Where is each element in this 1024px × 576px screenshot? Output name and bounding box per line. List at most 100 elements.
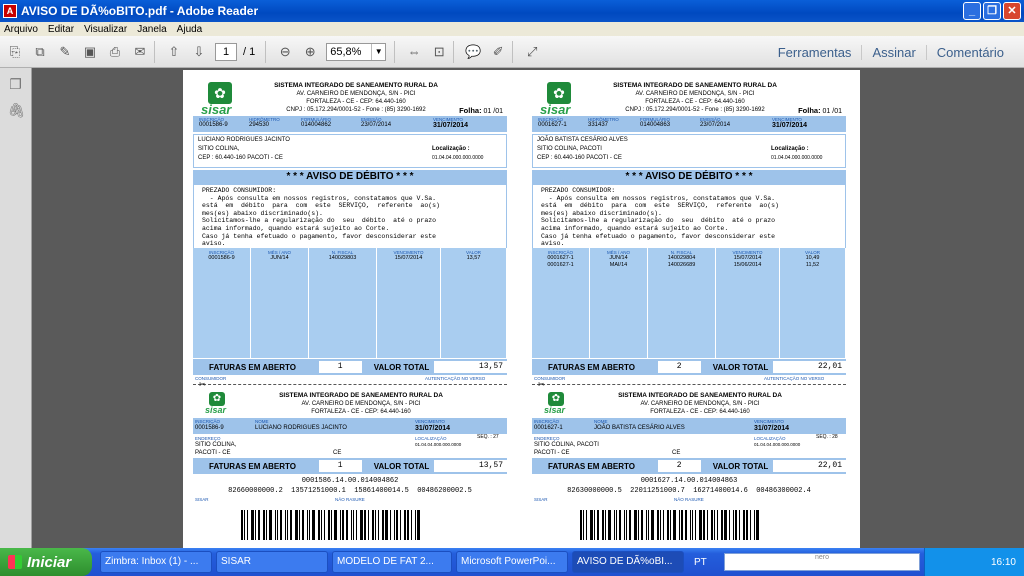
totals-row: FATURAS EM ABERTO 1 VALOR TOTAL 13,57: [193, 359, 507, 375]
stub-valor-total-label: VALOR TOTAL: [373, 461, 430, 471]
customer-address: SITIO COLINA, PACOTI: [537, 146, 602, 152]
stub-band: INSCRIÇÃO 0001627-1 NOME JOÃO BATISTA CE…: [532, 418, 846, 434]
org-street-stub: AV. CARNEIRO DE MENDONÇA, S/N - PICI: [640, 401, 760, 407]
next-page-icon[interactable]: ⇩: [189, 42, 209, 62]
customer-cep: CEP : 60.440-160 PACOTI - CE: [198, 155, 283, 161]
zoom-out-icon[interactable]: ⊖: [275, 42, 295, 62]
message-box: PREZADO CONSUMIDOR: - Após consulta em n…: [193, 184, 507, 254]
save-icon[interactable]: ▣: [80, 42, 100, 62]
navigation-panel: ❐ 🖇: [0, 68, 32, 548]
seq: SEQ. : 27: [477, 434, 499, 440]
close-button[interactable]: ✕: [1003, 2, 1021, 20]
menu-editar[interactable]: Editar: [48, 24, 74, 35]
nero-search-box[interactable]: nero: [724, 553, 920, 571]
start-button[interactable]: Iniciar: [0, 548, 92, 576]
location-value: 01.04.04.000.000.0000: [432, 155, 484, 161]
org-cnpj: CNPJ : 05.172.294/0001-52 - Fone : (85) …: [286, 107, 426, 113]
org-name: SISTEMA INTEGRADO DE SANEAMENTO RURAL DA: [274, 82, 438, 89]
edit-icon[interactable]: ✎: [55, 42, 75, 62]
highlight-icon[interactable]: ✐: [488, 42, 508, 62]
combine-icon[interactable]: ⧉: [30, 42, 50, 62]
create-pdf-icon[interactable]: ⎘: [5, 42, 25, 62]
restore-button[interactable]: ❐: [983, 2, 1001, 20]
stub-faturas-label: FATURAS EM ABERTO: [209, 461, 296, 471]
ferramentas-link[interactable]: Ferramentas: [768, 45, 862, 60]
faturas-label: FATURAS EM ABERTO: [209, 362, 296, 372]
org-city: FORTALEZA - CE - CEP: 64.440-160: [645, 99, 745, 105]
task-modelo[interactable]: MODELO DE FAT 2...: [332, 551, 452, 573]
menu-arquivo[interactable]: Arquivo: [4, 24, 38, 35]
stub-inscricao: 0001586-9: [195, 425, 224, 431]
pages-icon[interactable]: ❐: [8, 76, 24, 94]
stub-address: SITIO COLINA, PACOTI: [534, 442, 599, 448]
header-value: 23/07/2014: [361, 122, 392, 128]
zoom-in-icon[interactable]: ⊕: [300, 42, 320, 62]
message-line: mes(es) abaixo discriminado(s).: [202, 209, 323, 217]
toolbar: ⎘ ⧉ ✎ ▣ ⎙ ✉ ⇧ ⇩ 1 / 1 ⊖ ⊕ 65,8% ▼ ⇔ ⊡ 💬 ✐…: [0, 36, 1024, 68]
minimize-button[interactable]: _: [963, 2, 981, 20]
table-cell: JUN/14: [270, 255, 289, 261]
org-city-stub: FORTALEZA - CE - CEP: 64.440-160: [311, 409, 411, 415]
issuer-header: SISTEMA INTEGRADO DE SANEAMENTO RURAL DA…: [246, 82, 466, 114]
address-box: JOÃO BATISTA CESÁRIO ALVES SITIO COLINA,…: [532, 134, 846, 168]
email-icon[interactable]: ✉: [130, 42, 150, 62]
menu-janela[interactable]: Janela: [137, 24, 166, 35]
table-cell: 11,52: [805, 262, 820, 268]
comment-icon[interactable]: 💬: [463, 42, 483, 62]
attachment-icon[interactable]: 🖇: [8, 102, 26, 120]
task-powerpoint[interactable]: Microsoft PowerPoi...: [456, 551, 568, 573]
header-value: 23/07/2014: [700, 122, 731, 128]
message-line: está em débito para com este SERVIÇO, re…: [202, 202, 440, 210]
message-line: mes(es) abaixo discriminado(s).: [541, 209, 662, 217]
previous-page-icon[interactable]: ⇧: [164, 42, 184, 62]
table-cell: MAI/14: [609, 262, 628, 268]
folha: Folha: 01 /01: [459, 106, 503, 115]
assinar-link[interactable]: Assinar: [861, 44, 925, 60]
aviso-title: * * * AVISO DE DÉBITO * * *: [193, 170, 507, 184]
barcode-code: 0001627.14.00.014004863: [640, 477, 738, 485]
stub-location: 01.04.04.000.000.0000: [415, 442, 462, 447]
fullscreen-icon[interactable]: ⤢: [522, 42, 542, 62]
stub-valor-total: 22,01: [773, 460, 846, 472]
comentario-link[interactable]: Comentário: [925, 44, 1014, 60]
clock: 16:10: [990, 556, 1016, 568]
print-icon[interactable]: ⎙: [105, 42, 125, 62]
debt-table: INSCRIÇÃO 0001586-9 MÊS / ANO JUN/14 N. FISC…: [193, 248, 507, 358]
stub-vencimento: 31/07/2014: [415, 425, 451, 432]
stub-state: CE: [333, 450, 342, 456]
menu-visualizar[interactable]: Visualizar: [84, 24, 127, 35]
stub-valor-total: 13,57: [434, 460, 507, 472]
task-zimbra[interactable]: Zimbra: Inbox (1) - ...: [100, 551, 212, 573]
folha-value: 01 /01: [483, 108, 503, 115]
nao-rasure-label: NÃO RASURE: [674, 497, 704, 502]
org-name-stub: SISTEMA INTEGRADO DE SANEAMENTO RURAL DA: [618, 392, 782, 399]
barcode-code: 0001586.14.00.014004862: [301, 477, 399, 485]
page-number-input[interactable]: 1: [215, 42, 237, 61]
message-line: acima informado, quando estará sujeito a…: [541, 224, 729, 232]
barcode-digits: 82630000000.5 22011251000.7 16271400014.…: [567, 487, 811, 495]
message-line: está em débito para com este SERVIÇO, re…: [541, 202, 779, 210]
zoom-select[interactable]: 65,8% ▼: [326, 42, 387, 61]
menu-ajuda[interactable]: Ajuda: [177, 24, 203, 35]
chevron-down-icon: ▼: [371, 43, 385, 60]
org-city: FORTALEZA - CE - CEP: 64.440-160: [306, 99, 406, 105]
sisar-label: SISAR: [534, 497, 548, 502]
table-cell: 0001627-1: [547, 262, 574, 268]
fit-width-icon[interactable]: ⇔: [404, 42, 424, 62]
language-indicator[interactable]: PT: [694, 557, 707, 568]
table-column: VALOR 13,57: [441, 248, 507, 358]
task-sisar[interactable]: SISAR: [216, 551, 328, 573]
task-aviso[interactable]: AVISO DE DÃ%oBI...: [572, 551, 684, 573]
table-cell: 15/06/2014: [733, 262, 762, 268]
fit-page-icon[interactable]: ⊡: [429, 42, 449, 62]
header-value: 014004863: [640, 122, 671, 128]
stub-totals-row: FATURAS EM ABERTO 1 VALOR TOTAL 13,57: [193, 458, 507, 474]
stub-address: SITIO COLINA,: [195, 442, 237, 448]
scissors-icon: ✂: [538, 380, 545, 389]
message-line: PREZADO CONSUMIDOR:: [202, 187, 277, 194]
table-cell: 0001627-1: [547, 255, 574, 261]
table-column: INSCRIÇÃO 0001627-1 0001627-1: [532, 248, 590, 358]
aviso-title: * * * AVISO DE DÉBITO * * *: [532, 170, 846, 184]
table-cell: 0001586-9: [208, 255, 235, 261]
endereco-label: ENDEREÇO: [534, 436, 560, 441]
